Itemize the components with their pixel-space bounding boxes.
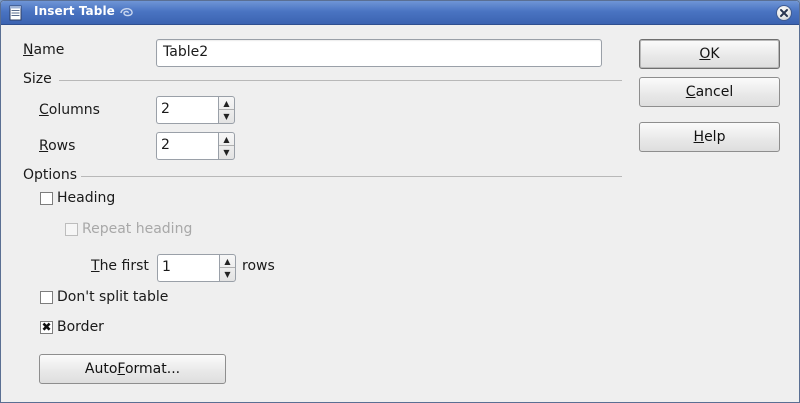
border-checkbox[interactable]: ✖ bbox=[40, 321, 53, 334]
dont-split-table-label[interactable]: Don't split table bbox=[57, 289, 168, 305]
insert-table-dialog: Insert Table Name Table2 Size Columns 2 … bbox=[0, 0, 800, 403]
close-icon bbox=[780, 9, 788, 17]
rows-suffix-label: rows bbox=[242, 258, 275, 274]
options-separator bbox=[81, 176, 622, 177]
close-button[interactable] bbox=[776, 5, 792, 21]
rows-label: Rows bbox=[39, 138, 76, 154]
repeat-heading-label[interactable]: Repeat heading bbox=[82, 221, 192, 237]
first-rows-input[interactable]: 1 bbox=[157, 254, 219, 282]
rows-down-icon[interactable]: ▼ bbox=[219, 146, 234, 159]
first-rows-spinbox[interactable]: 1 ▲ ▼ bbox=[157, 254, 236, 282]
columns-spinbox[interactable]: 2 ▲ ▼ bbox=[156, 96, 235, 124]
heading-checkbox[interactable] bbox=[40, 192, 53, 205]
cancel-button[interactable]: Cancel bbox=[639, 77, 780, 107]
options-section-title: Options bbox=[23, 167, 78, 183]
first-rows-up-icon[interactable]: ▲ bbox=[220, 255, 235, 268]
autoformat-button[interactable]: AutoFormat... bbox=[39, 354, 226, 384]
columns-up-icon[interactable]: ▲ bbox=[219, 97, 234, 110]
size-section-title: Size bbox=[23, 71, 52, 87]
heading-label[interactable]: Heading bbox=[57, 190, 115, 206]
name-input[interactable]: Table2 bbox=[156, 39, 602, 67]
window-swirl-icon bbox=[120, 8, 133, 17]
columns-spin-arrows: ▲ ▼ bbox=[218, 96, 235, 124]
help-button[interactable]: Help bbox=[639, 122, 780, 152]
columns-label: Columns bbox=[39, 102, 100, 118]
document-icon bbox=[9, 5, 22, 21]
title-bar[interactable]: Insert Table bbox=[1, 1, 799, 25]
columns-input[interactable]: 2 bbox=[156, 96, 218, 124]
name-label: Name bbox=[23, 42, 65, 58]
columns-down-icon[interactable]: ▼ bbox=[219, 110, 234, 123]
size-separator bbox=[59, 80, 622, 81]
first-rows-spin-arrows: ▲ ▼ bbox=[219, 254, 236, 282]
rows-input[interactable]: 2 bbox=[156, 132, 218, 160]
repeat-heading-checkbox[interactable] bbox=[65, 223, 78, 236]
ok-button[interactable]: OK bbox=[639, 39, 780, 69]
window-title: Insert Table bbox=[34, 4, 115, 18]
dont-split-table-checkbox[interactable] bbox=[40, 291, 53, 304]
the-first-label: The first bbox=[91, 258, 149, 274]
border-label[interactable]: Border bbox=[57, 319, 104, 335]
rows-spinbox[interactable]: 2 ▲ ▼ bbox=[156, 132, 235, 160]
first-rows-down-icon[interactable]: ▼ bbox=[220, 268, 235, 281]
rows-spin-arrows: ▲ ▼ bbox=[218, 132, 235, 160]
rows-up-icon[interactable]: ▲ bbox=[219, 133, 234, 146]
